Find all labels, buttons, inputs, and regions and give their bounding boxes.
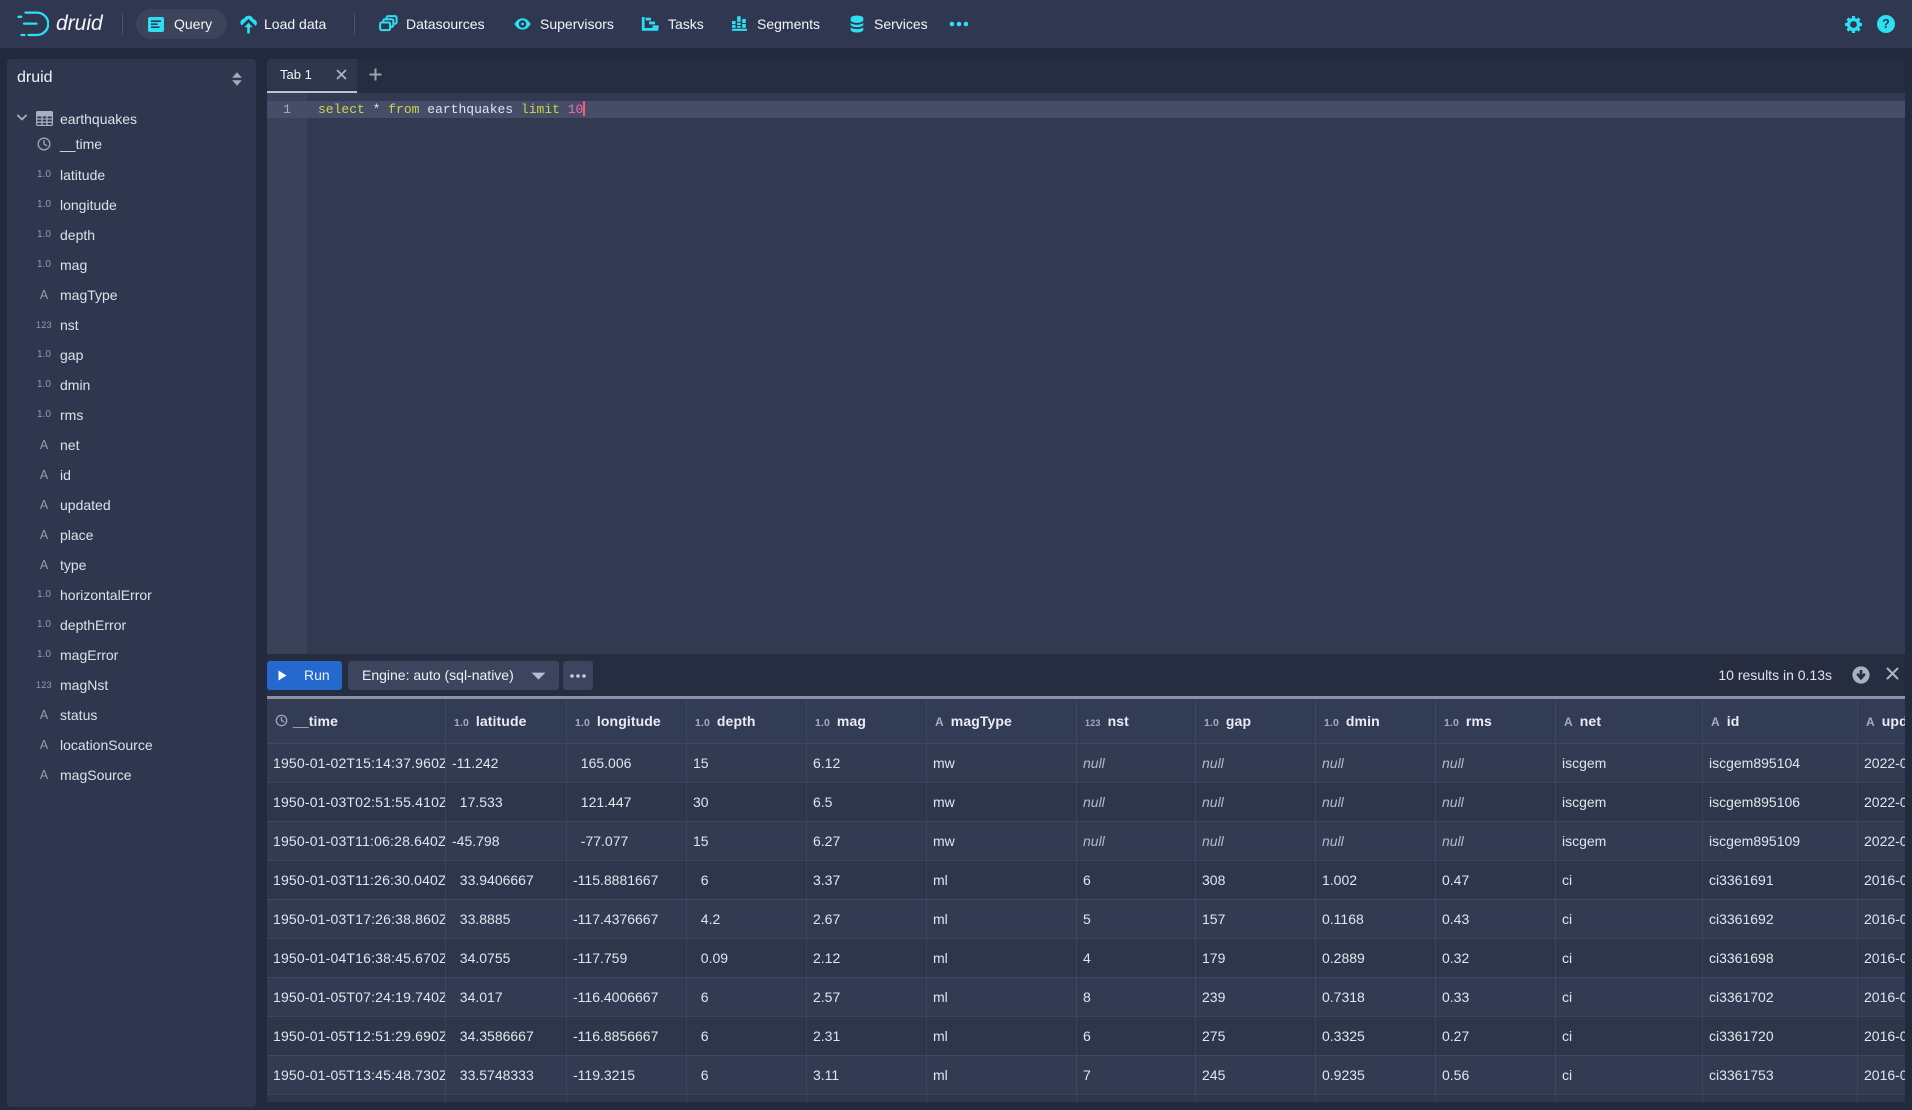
svg-text:?: ? <box>1882 17 1890 31</box>
